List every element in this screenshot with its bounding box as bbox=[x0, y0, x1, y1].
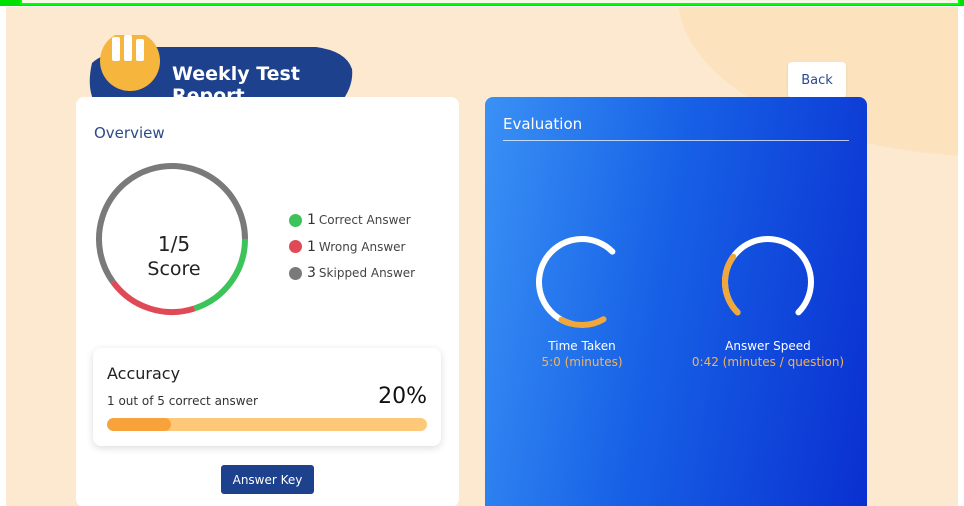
overview-card: Overview 1/5 Score 1 Correct Answer 1 Wr… bbox=[76, 97, 459, 506]
answer-speed-value: 0:42 (minutes / question) bbox=[691, 355, 845, 369]
back-button[interactable]: Back bbox=[788, 62, 846, 98]
time-taken-value: 5:0 (minutes) bbox=[541, 355, 623, 369]
correct-dot-icon bbox=[289, 213, 302, 227]
answer-speed-dial bbox=[722, 236, 814, 316]
time-taken-dial bbox=[536, 236, 616, 328]
donut-segment-wrong-answer bbox=[110, 280, 196, 315]
legend-item-skipped: 3 Skipped Answer bbox=[289, 260, 415, 287]
evaluation-title: Evaluation bbox=[503, 115, 583, 133]
legend-count: 3 bbox=[307, 265, 316, 282]
score-text: 1/5 Score bbox=[116, 232, 232, 280]
accuracy-title: Accuracy bbox=[107, 364, 181, 383]
top-border-inner bbox=[20, 0, 960, 5]
answer-speed-label: Answer Speed bbox=[725, 339, 811, 353]
evaluation-divider bbox=[503, 140, 849, 141]
overview-title: Overview bbox=[94, 124, 165, 142]
time-taken-label: Time Taken bbox=[548, 339, 616, 353]
accuracy-percent: 20% bbox=[378, 384, 427, 409]
accuracy-subtitle: 1 out of 5 correct answer bbox=[107, 394, 258, 408]
skipped-dot-icon bbox=[289, 266, 302, 280]
legend-label: Wrong Answer bbox=[318, 239, 406, 254]
score-legend: 1 Correct Answer 1 Wrong Answer 3 Skippe… bbox=[289, 207, 415, 287]
wrong-dot-icon bbox=[289, 240, 302, 254]
accuracy-progress-bar bbox=[107, 418, 427, 431]
legend-count: 1 bbox=[307, 212, 316, 229]
answer-speed-gauge: Answer Speed 0:42 (minutes / question) bbox=[673, 232, 863, 369]
evaluation-card: Evaluation Time Taken 5:0 (minutes) Answ… bbox=[485, 97, 867, 506]
header-banner: Weekly Test Report bbox=[84, 35, 364, 107]
answer-key-button[interactable]: Answer Key bbox=[221, 465, 314, 494]
legend-label: Skipped Answer bbox=[318, 266, 416, 281]
accuracy-card: Accuracy 1 out of 5 correct answer 20% bbox=[93, 348, 441, 446]
score-value: 1/5 bbox=[157, 232, 191, 256]
gauge-fill bbox=[722, 253, 741, 316]
score-label: Score bbox=[147, 258, 201, 280]
legend-label: Correct Answer bbox=[318, 213, 411, 228]
legend-item-correct: 1 Correct Answer bbox=[289, 207, 415, 234]
legend-item-wrong: 1 Wrong Answer bbox=[289, 234, 415, 261]
time-taken-gauge: Time Taken 5:0 (minutes) bbox=[487, 232, 677, 369]
gauge-track bbox=[722, 236, 814, 316]
gauge-fill bbox=[558, 316, 607, 328]
legend-count: 1 bbox=[307, 238, 316, 255]
report-page: Weekly Test Report Back Overview 1/5 Sco… bbox=[6, 7, 958, 506]
gauge-track bbox=[536, 236, 616, 327]
accuracy-progress-fill bbox=[107, 418, 171, 431]
